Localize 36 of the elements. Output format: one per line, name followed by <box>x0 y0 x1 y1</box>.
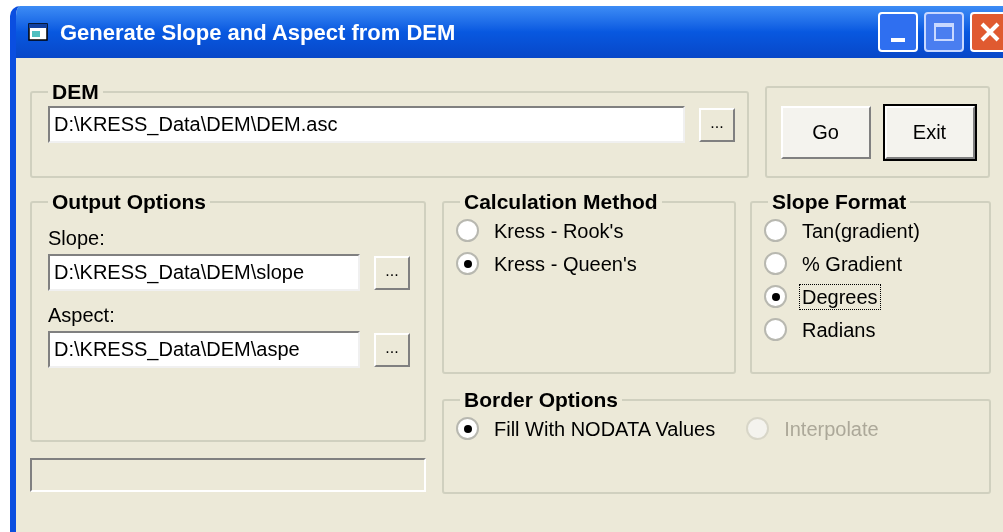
radio-label: Tan(gradient) <box>801 218 921 244</box>
path-field[interactable]: D:\KRESS_Data\DEM\slope <box>48 254 360 291</box>
action-button[interactable]: Go <box>780 105 871 159</box>
group-title: Output Options <box>51 190 207 214</box>
radio-label: Fill With NODATA Values <box>493 416 717 442</box>
path-field[interactable]: D:\KRESS_Data\DEM\aspe <box>48 331 360 368</box>
radio-button[interactable] <box>764 219 787 242</box>
close-button[interactable] <box>970 12 1003 52</box>
radio-button[interactable] <box>456 252 479 275</box>
browse-button[interactable]: ... <box>374 332 410 367</box>
group-title: Slope Format <box>771 190 908 214</box>
group-title: DEM <box>51 80 100 104</box>
field-label: Aspect: <box>48 303 116 327</box>
radio-button[interactable] <box>764 285 787 308</box>
close-icon <box>979 21 1001 43</box>
radio-button[interactable] <box>764 318 787 341</box>
group-title: Border Options <box>463 388 619 412</box>
radio-label: % Gradient <box>801 251 904 277</box>
minimize-button[interactable] <box>878 12 918 52</box>
radio-label: Interpolate <box>783 416 880 442</box>
window-icon <box>28 23 48 41</box>
radio-label: Radians <box>801 317 877 343</box>
maximize-button[interactable] <box>924 12 964 52</box>
radio-label: Degrees <box>799 283 881 310</box>
radio-label: Kress - Rook's <box>493 218 625 244</box>
window-title: Generate Slope and Aspect from DEM <box>60 18 457 47</box>
path-field[interactable]: D:\KRESS_Data\DEM\DEM.asc <box>48 106 685 143</box>
radio-button[interactable] <box>764 252 787 275</box>
radio-button[interactable] <box>456 219 479 242</box>
radio-button[interactable] <box>456 417 479 440</box>
field-label: Slope: <box>48 226 106 250</box>
browse-button[interactable]: ... <box>699 107 735 142</box>
action-button[interactable]: Exit <box>884 105 975 159</box>
browse-button[interactable]: ... <box>374 255 410 290</box>
group-title: Calculation Method <box>463 190 659 214</box>
radio-label: Kress - Queen's <box>493 251 638 277</box>
